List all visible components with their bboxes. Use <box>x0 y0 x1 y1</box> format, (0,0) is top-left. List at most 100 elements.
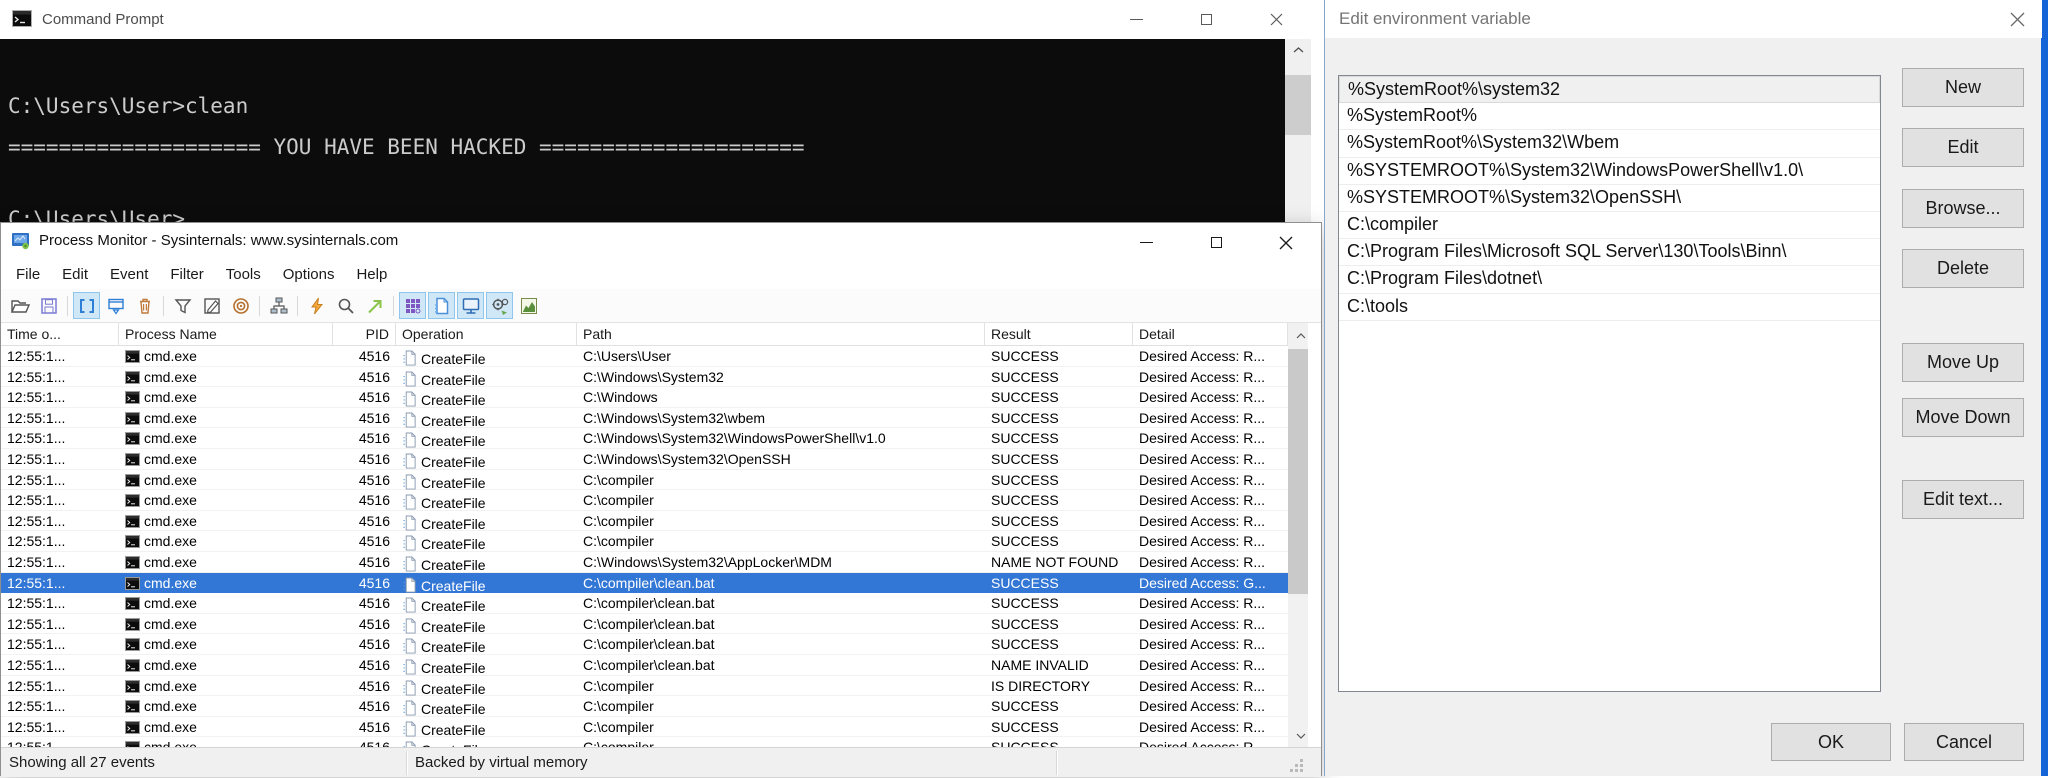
table-row[interactable]: 12:55:1...cmd.exe4516CreateFileC:\compil… <box>1 634 1288 655</box>
column-header-path[interactable]: Path <box>577 323 985 346</box>
cancel-button[interactable]: Cancel <box>1904 723 2024 761</box>
column-header-processname[interactable]: Process Name <box>119 323 333 346</box>
path-list-item[interactable]: C:\Program Files\Microsoft SQL Server\13… <box>1339 239 1880 267</box>
save-button[interactable] <box>35 292 62 319</box>
table-row[interactable]: 12:55:1...cmd.exe4516CreateFileC:\compil… <box>1 531 1288 552</box>
show-process-button[interactable] <box>486 292 513 319</box>
delete-button[interactable]: Delete <box>1902 249 2024 288</box>
find-button[interactable] <box>332 292 359 319</box>
menu-item-edit[interactable]: Edit <box>51 266 99 283</box>
menu-item-file[interactable]: File <box>5 266 51 283</box>
procmon-titlebar[interactable]: Process Monitor - Sysinternals: www.sysi… <box>1 223 1321 259</box>
open-log-button[interactable] <box>6 292 33 319</box>
scroll-up-icon[interactable] <box>1288 325 1314 347</box>
edit-button[interactable]: Edit <box>1902 128 2024 167</box>
show-network-button[interactable] <box>457 292 484 319</box>
menu-item-help[interactable]: Help <box>345 266 398 283</box>
path-list-item[interactable]: %SYSTEMROOT%\System32\WindowsPowerShell\… <box>1339 158 1880 185</box>
table-row[interactable]: 12:55:1... cmd.exe 4516 CreateFile C:\Window… <box>1 407 1288 429</box>
capture-button[interactable] <box>73 292 100 319</box>
table-row[interactable]: 12:55:1...cmd.exe4516CreateFileC:\compil… <box>1 696 1288 717</box>
column-header-operation[interactable]: Operation <box>396 323 577 346</box>
table-row[interactable]: 12:55:1...cmd.exe4516CreateFileC:\compil… <box>1 593 1288 614</box>
table-row[interactable]: 12:55:1... cmd.exe 4516 CreateFile C:\Users\… <box>1 346 1288 367</box>
show-registry-button[interactable] <box>399 292 426 319</box>
table-row[interactable]: 12:55:1... cmd.exe 4516 CreateFile C:\Window… <box>1 448 1288 470</box>
cell-time: 12:55:1... <box>7 718 66 735</box>
maximize-button[interactable] <box>1171 0 1241 39</box>
path-list-item[interactable]: %SystemRoot%\system32 <box>1339 76 1880 104</box>
menu-item-filter[interactable]: Filter <box>159 266 214 283</box>
column-header-pid[interactable]: PID <box>333 323 396 346</box>
table-row[interactable]: 12:55:1... cmd.exe 4516 CreateFile C:\Window… <box>1 366 1288 388</box>
table-row[interactable]: 12:55:1... cmd.exe 4516 CreateFile C:\Window… <box>1 387 1288 408</box>
cell-pid: 4516 <box>358 718 390 735</box>
path-list-item[interactable]: C:\tools <box>1339 294 1880 321</box>
menu-item-event[interactable]: Event <box>99 266 159 283</box>
show-profiling-button[interactable] <box>515 292 542 319</box>
table-row[interactable]: 12:55:1...cmd.exe4516CreateFileC:\compil… <box>1 572 1288 594</box>
close-button[interactable] <box>1251 223 1321 262</box>
dialog-titlebar[interactable]: Edit environment variable <box>1325 0 2042 38</box>
table-row[interactable]: 12:55:1...cmd.exe4516CreateFileC:\compil… <box>1 675 1288 697</box>
boot-logging-button[interactable] <box>303 292 330 319</box>
scroll-up-icon[interactable] <box>1285 39 1311 61</box>
table-row[interactable]: 12:55:1...cmd.exe4516CreateFileC:\compil… <box>1 469 1288 491</box>
cell-operation: CreateFile <box>396 593 577 614</box>
browse-button[interactable]: Browse... <box>1902 189 2024 228</box>
cell-detail: Desired Access: R... <box>1139 718 1266 735</box>
table-row[interactable]: 12:55:1...cmd.exe4516CreateFileC:\compil… <box>1 737 1288 747</box>
highlight-button[interactable] <box>198 292 225 319</box>
scroll-down-icon[interactable] <box>1288 725 1314 747</box>
path-list-item[interactable]: C:\compiler <box>1339 212 1880 240</box>
open-log-icon <box>10 299 30 313</box>
scrollbar-thumb[interactable] <box>1288 349 1308 594</box>
column-header-result[interactable]: Result <box>985 323 1133 346</box>
table-row[interactable]: 12:55:1...cmd.exe4516CreateFileC:\compil… <box>1 510 1288 532</box>
table-row[interactable]: 12:55:1...cmd.exe4516CreateFileC:\compil… <box>1 716 1288 738</box>
jump-to-button[interactable] <box>361 292 388 319</box>
cell-result: SUCCESS <box>991 615 1059 632</box>
close-button[interactable] <box>1241 0 1311 39</box>
table-row[interactable]: 12:55:1... cmd.exe 4516 CreateFile C:\Window… <box>1 428 1288 449</box>
clear-button[interactable] <box>131 292 158 319</box>
createfile-icon <box>403 412 416 428</box>
path-list-item[interactable]: %SystemRoot%\System32\Wbem <box>1339 130 1880 158</box>
menu-item-options[interactable]: Options <box>272 266 346 283</box>
path-list-item[interactable]: %SystemRoot% <box>1339 103 1880 131</box>
cell-process: cmd.exe <box>119 367 333 388</box>
ok-button[interactable]: OK <box>1771 723 1891 761</box>
event-table: 12:55:1... cmd.exe 4516 CreateFile C:\Users\… <box>1 346 1288 747</box>
process-tree-button[interactable] <box>265 292 292 319</box>
maximize-button[interactable] <box>1181 223 1251 262</box>
path-list[interactable]: %SystemRoot%\system32 %SystemRoot% %System… <box>1338 75 1881 692</box>
new-button[interactable]: New <box>1902 68 2024 107</box>
table-row[interactable]: 12:55:1...cmd.exe4516CreateFileC:\compil… <box>1 654 1288 676</box>
table-row[interactable]: 12:55:1...cmd.exe4516CreateFileC:\compil… <box>1 490 1288 511</box>
cmd-titlebar[interactable]: Command Prompt <box>0 0 1311 39</box>
cell-pid: 4516 <box>358 595 390 612</box>
menu-item-tools[interactable]: Tools <box>215 266 272 283</box>
move-down-button[interactable]: Move Down <box>1902 398 2024 437</box>
resize-grip[interactable] <box>1289 758 1305 778</box>
move-up-button[interactable]: Move Up <box>1902 343 2024 382</box>
table-scrollbar[interactable] <box>1288 323 1308 747</box>
path-list-item[interactable]: %SYSTEMROOT%\System32\OpenSSH\ <box>1339 185 1880 212</box>
close-button[interactable] <box>1993 0 2042 38</box>
show-filesystem-button[interactable] <box>428 292 455 319</box>
column-header-timeo[interactable]: Time o... <box>1 323 119 346</box>
minimize-button[interactable] <box>1101 0 1171 39</box>
table-row[interactable]: 12:55:1... cmd.exe 4516 CreateFile C:\Window… <box>1 551 1288 573</box>
column-header-detail[interactable]: Detail <box>1133 323 1288 346</box>
filter-button[interactable] <box>169 292 196 319</box>
autoscroll-button[interactable] <box>102 292 129 319</box>
edit-text-button[interactable]: Edit text... <box>1902 480 2024 519</box>
table-row[interactable]: 12:55:1...cmd.exe4516CreateFileC:\compil… <box>1 613 1288 635</box>
include-process-button[interactable] <box>227 292 254 319</box>
scrollbar-thumb[interactable] <box>1285 75 1311 135</box>
cell-operation: CreateFile <box>396 428 577 449</box>
cell-process: cmd.exe <box>119 346 333 367</box>
cell-pid: 4516 <box>358 636 390 653</box>
minimize-button[interactable] <box>1111 223 1181 262</box>
path-list-item[interactable]: C:\Program Files\dotnet\ <box>1339 266 1880 294</box>
